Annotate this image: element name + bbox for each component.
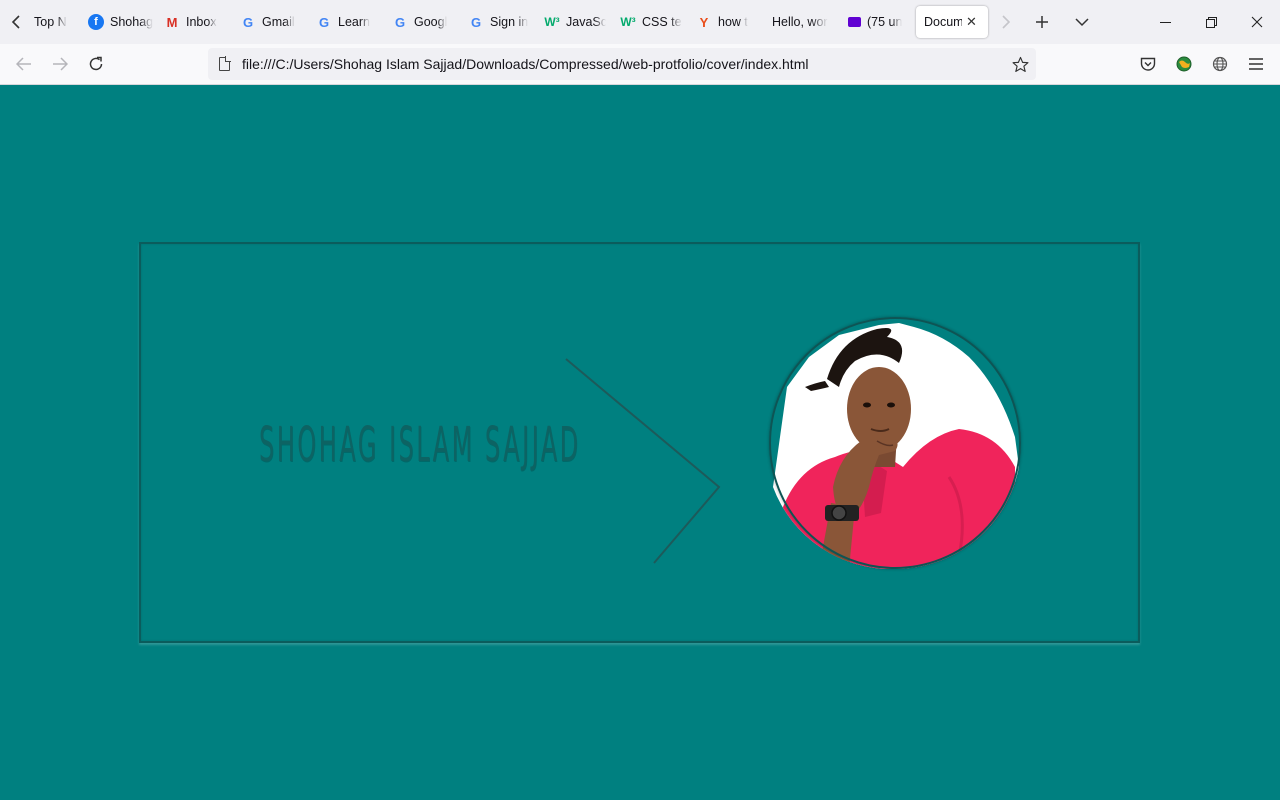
tab-top-n[interactable]: Top N — [34, 6, 78, 38]
tab-title: (75 un — [867, 15, 903, 29]
google-icon: G — [470, 14, 482, 30]
google-icon: G — [394, 14, 406, 30]
plus-icon — [1036, 16, 1048, 28]
url-text[interactable]: file:///C:/Users/Shohag Islam Sajjad/Dow… — [242, 56, 1004, 72]
chevron-arrow-graphic — [565, 358, 721, 564]
facebook-icon: f — [88, 14, 104, 30]
tab-sign-in[interactable]: G Sign in — [468, 6, 530, 38]
reload-button[interactable] — [80, 48, 112, 80]
tab-title: how t — [718, 15, 748, 29]
chevron-down-icon — [1075, 18, 1089, 27]
tab-title: Googl — [414, 15, 448, 29]
close-window-button[interactable] — [1234, 0, 1280, 44]
tab-title: Top N — [34, 15, 67, 29]
extension-globe-icon — [1176, 56, 1192, 72]
tab-title: Gmail — [262, 15, 295, 29]
cover-name-heading: SHOHAG ISLAM SAJJAD — [259, 417, 581, 473]
google-icon: G — [242, 14, 254, 30]
tab-facebook[interactable]: f Shohag — [88, 6, 156, 38]
chevron-left-icon — [11, 15, 20, 29]
tab-title: Inbox — [186, 15, 217, 29]
address-bar[interactable]: file:///C:/Users/Shohag Islam Sajjad/Dow… — [208, 48, 1036, 80]
tab-title: Docum — [924, 15, 962, 29]
scroll-tabs-right-button[interactable] — [990, 6, 1022, 38]
chevron-right-icon — [1002, 15, 1011, 29]
navigation-toolbar: file:///C:/Users/Shohag Islam Sajjad/Dow… — [0, 44, 1280, 85]
back-button[interactable] — [8, 48, 40, 80]
tab-title: CSS te — [642, 15, 682, 29]
extension-button[interactable] — [1168, 48, 1200, 80]
translate-button[interactable] — [1204, 48, 1236, 80]
tab-document-active[interactable]: Docum ✕ — [916, 6, 988, 38]
avatar-ring — [769, 317, 1021, 569]
tab-inbox[interactable]: M Inbox — [164, 6, 226, 38]
scroll-tabs-left-button[interactable] — [0, 6, 32, 38]
new-tab-button[interactable] — [1026, 6, 1058, 38]
yandex-icon: Y — [699, 14, 709, 30]
list-all-tabs-button[interactable] — [1066, 6, 1098, 38]
tab-gmail[interactable]: G Gmail — [240, 6, 306, 38]
restore-button[interactable] — [1188, 0, 1234, 44]
forward-button[interactable] — [44, 48, 76, 80]
gmail-icon: M — [166, 14, 178, 30]
app-menu-button[interactable] — [1240, 48, 1272, 80]
arrow-right-icon — [53, 57, 68, 71]
tab-title: Hello, wor — [772, 15, 828, 29]
w3schools-icon: W³ — [544, 15, 560, 29]
hamburger-menu-icon — [1249, 58, 1263, 70]
tab-strip: Top N f Shohag M Inbox G Gmail G Learn G… — [0, 0, 1280, 44]
page-viewport: SHOHAG ISLAM SAJJAD — [0, 85, 1280, 800]
globe-icon — [1212, 56, 1228, 72]
google-icon: G — [318, 14, 330, 30]
pocket-button[interactable] — [1132, 48, 1164, 80]
tab-css[interactable]: W³ CSS te — [620, 6, 682, 38]
restore-icon — [1205, 16, 1217, 28]
tab-javascript[interactable]: W³ JavaSc — [544, 6, 606, 38]
page-icon — [208, 48, 240, 80]
arrow-left-icon — [16, 57, 31, 71]
close-icon — [1251, 16, 1263, 28]
tab-mail[interactable]: (75 un — [848, 6, 910, 38]
tab-title: Learn — [338, 15, 370, 29]
reload-icon — [89, 56, 103, 71]
minimize-icon — [1159, 21, 1171, 23]
close-tab-icon[interactable]: ✕ — [966, 14, 977, 30]
minimize-button[interactable] — [1142, 0, 1188, 44]
tab-google[interactable]: G Googl — [392, 6, 454, 38]
pocket-icon — [1140, 57, 1156, 71]
yahoo-mail-icon — [848, 17, 861, 27]
tab-title: JavaSc — [566, 15, 606, 29]
w3schools-icon: W³ — [620, 15, 636, 29]
tab-title: Sign in — [490, 15, 529, 29]
tab-how-to[interactable]: Y how t — [696, 6, 758, 38]
tab-title: Shohag — [110, 15, 154, 29]
tab-learn[interactable]: G Learn — [316, 6, 378, 38]
profile-photo — [769, 317, 1021, 569]
bookmark-star-icon[interactable] — [1004, 48, 1036, 80]
tab-hello-world[interactable]: Hello, wor — [772, 6, 834, 38]
